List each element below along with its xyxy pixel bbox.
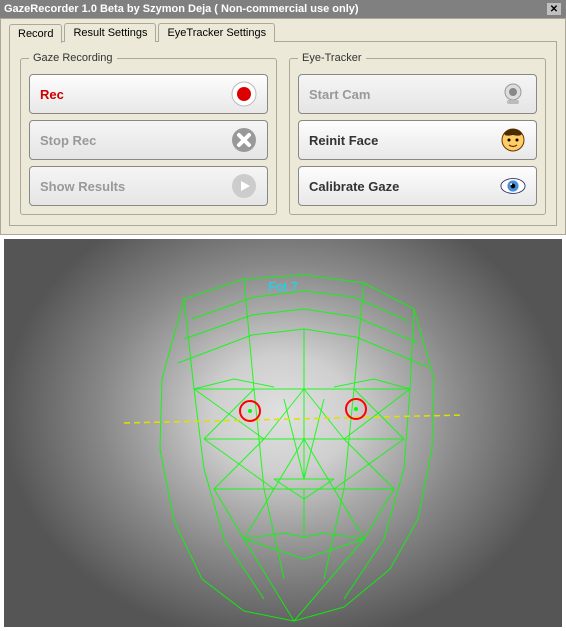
tab-strip: Record Result Settings EyeTracker Settin… <box>9 23 557 42</box>
rec-button[interactable]: Rec <box>29 74 268 114</box>
camera-preview: Fot 7 <box>4 239 562 627</box>
face-mesh-overlay <box>4 239 562 627</box>
tab-record[interactable]: Record <box>9 24 62 43</box>
reinit-face-button[interactable]: Reinit Face <box>298 120 537 160</box>
stop-icon <box>231 127 257 153</box>
show-results-label: Show Results <box>40 179 125 194</box>
main-panel: Record Result Settings EyeTracker Settin… <box>0 18 566 235</box>
show-results-button[interactable]: Show Results <box>29 166 268 206</box>
titlebar: GazeRecorder 1.0 Beta by Szymon Deja ( N… <box>0 0 566 18</box>
rec-label: Rec <box>40 87 64 102</box>
gaze-recording-legend: Gaze Recording <box>29 52 117 64</box>
play-icon <box>231 173 257 199</box>
stop-rec-button[interactable]: Stop Rec <box>29 120 268 160</box>
calibrate-gaze-label: Calibrate Gaze <box>309 179 399 194</box>
start-cam-button[interactable]: Start Cam <box>298 74 537 114</box>
eye-tracker-group: Eye-Tracker Start Cam Reinit Face <box>289 52 546 215</box>
close-button[interactable]: ✕ <box>546 2 562 16</box>
tab-result-settings[interactable]: Result Settings <box>64 23 156 42</box>
gaze-recording-group: Gaze Recording Rec Stop Rec <box>20 52 277 215</box>
close-icon: ✕ <box>550 4 558 15</box>
tab-eyetracker-settings[interactable]: EyeTracker Settings <box>158 23 275 42</box>
webcam-icon <box>500 81 526 107</box>
stop-rec-label: Stop Rec <box>40 133 96 148</box>
record-icon <box>231 81 257 107</box>
start-cam-label: Start Cam <box>309 87 370 102</box>
eye-tracker-legend: Eye-Tracker <box>298 52 366 64</box>
calibrate-gaze-button[interactable]: Calibrate Gaze <box>298 166 537 206</box>
tab-body: Gaze Recording Rec Stop Rec <box>9 41 557 226</box>
tab-label: Result Settings <box>73 27 147 39</box>
preview-overlay-text: Fot 7 <box>268 279 298 294</box>
reinit-face-label: Reinit Face <box>309 133 378 148</box>
tab-label: EyeTracker Settings <box>167 27 266 39</box>
window-title: GazeRecorder 1.0 Beta by Szymon Deja ( N… <box>4 3 359 15</box>
eye-icon <box>500 173 526 199</box>
face-icon <box>500 127 526 153</box>
tab-label: Record <box>18 28 53 40</box>
